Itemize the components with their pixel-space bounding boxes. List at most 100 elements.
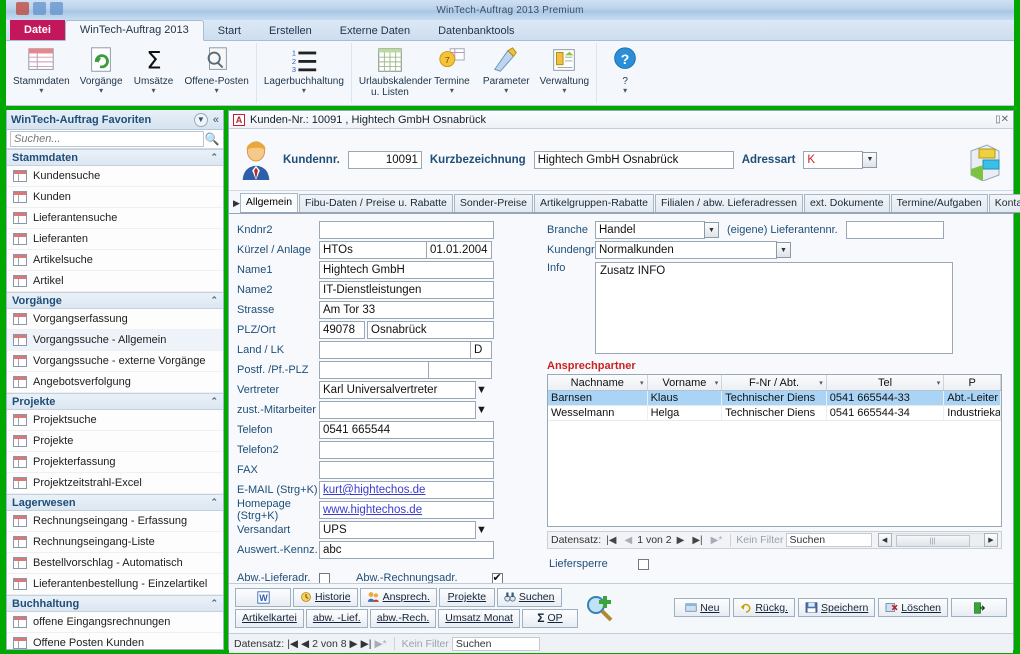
button-projekte[interactable]: Projekte xyxy=(438,587,495,607)
status-new-record-icon[interactable]: ▶* xyxy=(374,638,386,650)
form-tab-kontakte[interactable]: Kontakte xyxy=(988,194,1020,212)
chevron-down-icon[interactable]: ▼ xyxy=(704,222,719,238)
scroll-thumb[interactable]: ||| xyxy=(895,535,970,547)
quick-access-toolbar[interactable] xyxy=(16,2,63,15)
form-tab-artikelgruppen-rabatte[interactable]: Artikelgruppen-Rabatte xyxy=(533,194,654,212)
table-cell[interactable]: Barnsen xyxy=(548,391,648,405)
sidebar-item-rechnungseingang-liste[interactable]: Rechnungseingang-Liste xyxy=(7,532,223,553)
status-search-box[interactable]: Suchen xyxy=(451,636,540,651)
button-abw-rech[interactable]: abw.-Rech. xyxy=(369,608,437,628)
column-header-nachname[interactable]: Nachname ▾ xyxy=(548,375,648,390)
nav-group-header-vorgänge[interactable]: Vorgänge ⌃ xyxy=(7,292,223,309)
first-record-icon[interactable]: |◀ xyxy=(603,535,619,546)
nav-group-header-projekte[interactable]: Projekte ⌃ xyxy=(7,393,223,410)
button-artikelkartei[interactable]: Artikelkartei xyxy=(235,608,304,628)
table-cell[interactable]: 0541 665544-33 xyxy=(827,391,945,405)
ribbon-button-stammdaten[interactable]: Stammdaten ▾ xyxy=(8,43,75,95)
chevron-down-icon[interactable]: ▾ xyxy=(562,87,566,95)
pf-plz-input[interactable] xyxy=(428,361,492,379)
strasse-input[interactable] xyxy=(319,301,494,319)
table-cell[interactable]: Technischer Diens xyxy=(722,391,827,405)
close-icon[interactable]: ▯✕ xyxy=(995,114,1009,125)
undo-qat-icon[interactable] xyxy=(50,2,63,15)
button-op[interactable]: Σ OP xyxy=(521,608,578,628)
grid-empty-row[interactable] xyxy=(548,511,1001,526)
chevron-down-icon[interactable]: ▾ xyxy=(99,87,103,95)
status-next-record-icon[interactable]: ▶ xyxy=(350,638,358,650)
kurzbezeichnung-input[interactable] xyxy=(533,150,734,169)
status-first-record-icon[interactable]: |◀ xyxy=(287,638,298,650)
ribbon-tab-wintech[interactable]: WinTech-Auftrag 2013 xyxy=(64,20,204,41)
button-row-1[interactable]: W Historie Ansprech. Projekte Suchen xyxy=(235,587,578,607)
table-row[interactable]: Wesselmann Helga Technischer Diens 0541 665… xyxy=(548,406,1001,421)
right-button-group[interactable]: Neu Rückg. Speichern Löschen xyxy=(674,598,1007,617)
button-speichern[interactable]: Speichern xyxy=(798,598,876,617)
vertreter-input[interactable] xyxy=(319,381,476,399)
sidebar-item-kundensuche[interactable]: Kundensuche xyxy=(7,166,223,187)
chevron-down-icon[interactable]: ▾ xyxy=(39,87,43,95)
adressart-input[interactable] xyxy=(803,150,864,169)
scroll-track[interactable]: ||| xyxy=(891,533,984,547)
lk-input[interactable] xyxy=(470,341,492,359)
sidebar-item-rechnungseingang-erfassung[interactable]: Rechnungseingang - Erfassung xyxy=(7,511,223,532)
scroll-right-icon[interactable]: ▶ xyxy=(984,533,998,547)
form-tab-strip[interactable]: Allgemein Fibu-Daten / Preise u. Rabatte S… xyxy=(239,193,1020,213)
ribbon-button-umsaetze[interactable]: Σ Umsätze ▾ xyxy=(128,43,180,94)
sidebar-item-offene-posten-kunden[interactable]: Offene Posten Kunden xyxy=(7,633,223,649)
scroll-left-icon[interactable]: ◀ xyxy=(877,533,892,547)
nav-pane-collapse-icon[interactable]: « xyxy=(213,114,219,126)
land-input[interactable] xyxy=(319,341,471,359)
table-cell[interactable]: Wesselmann xyxy=(548,406,648,420)
ribbon-tab-start[interactable]: Start xyxy=(204,22,255,41)
form-tab-sonder-preise[interactable]: Sonder-Preise xyxy=(453,194,533,212)
last-record-icon[interactable]: ▶| xyxy=(689,535,705,546)
ansprechpartner-record-nav[interactable]: Datensatz: |◀ ◀ 1 von 2 ▶ ▶| ▶* Kein Fil… xyxy=(547,531,1002,549)
column-header-p[interactable]: P xyxy=(944,375,1001,390)
ribbon-button-urlaubskalender[interactable]: Urlaubskalender u. Listen xyxy=(354,43,432,98)
column-header-tel[interactable]: Tel ▾ xyxy=(827,375,945,390)
save-qat-icon[interactable] xyxy=(33,2,46,15)
k-rzel-anlage-date-input[interactable] xyxy=(426,241,492,259)
ribbon-button-offene-posten[interactable]: Offene-Posten ▾ xyxy=(180,43,254,95)
sidebar-item-bestellvorschlag-automatisch[interactable]: Bestellvorschlag - Automatisch xyxy=(7,553,223,574)
ribbon-tab-erstellen[interactable]: Erstellen xyxy=(255,22,326,41)
kundengr-combo[interactable]: ▼ xyxy=(595,241,791,259)
homepage-strg-k-link-input[interactable] xyxy=(319,501,494,519)
button-exit-icon[interactable] xyxy=(951,598,1007,617)
zoom-search-icon[interactable] xyxy=(584,593,614,623)
sidebar-item-lieferantenbestellung-einzelartikel[interactable]: Lieferantenbestellung - Einzelartikel xyxy=(7,574,223,595)
telefon2-input[interactable] xyxy=(319,441,494,459)
fax-input[interactable] xyxy=(319,461,494,479)
form-tab-filialen-abw-lieferadressen[interactable]: Filialen / abw. Lieferadressen xyxy=(654,194,803,212)
chevron-down-icon[interactable]: ▼ xyxy=(476,404,487,416)
chevron-down-icon[interactable]: ▼ xyxy=(862,151,878,168)
table-cell[interactable]: Abt.-Leiter xyxy=(944,391,1001,405)
status-filter[interactable]: Kein Filter xyxy=(402,638,449,650)
auswert-kennz-input[interactable] xyxy=(319,541,494,559)
sidebar-item-artikelsuche[interactable]: Artikelsuche xyxy=(7,250,223,271)
form-tab-termine-aufgaben[interactable]: Termine/Aufgaben xyxy=(890,194,988,212)
sidebar-item-projekte[interactable]: Projekte xyxy=(7,431,223,452)
ribbon-tab-datenbanktools[interactable]: Datenbanktools xyxy=(424,22,528,41)
archive-icon[interactable] xyxy=(965,139,1005,181)
sidebar-item-vorgangssuche-externe-vorg-nge[interactable]: Vorgangssuche - externe Vorgänge xyxy=(7,351,223,372)
nav-pane-menu-icon[interactable]: ▼ xyxy=(193,112,208,127)
grid-empty-row[interactable] xyxy=(548,466,1001,481)
search-icon[interactable]: 🔍 xyxy=(204,132,220,146)
chevron-up-icon[interactable]: ⌃ xyxy=(210,396,218,407)
nav-search-input[interactable] xyxy=(10,131,204,147)
button-r-ckg[interactable]: Rückg. xyxy=(733,598,796,617)
sidebar-item-lieferanten[interactable]: Lieferanten xyxy=(7,229,223,250)
ribbon-tab-datei[interactable]: Datei xyxy=(10,20,65,40)
grid-empty-row[interactable] xyxy=(548,496,1001,511)
chevron-up-icon[interactable]: ⌃ xyxy=(210,598,218,609)
versandart-input[interactable] xyxy=(319,521,476,539)
sidebar-item-kunden[interactable]: Kunden xyxy=(7,187,223,208)
sidebar-item-projekterfassung[interactable]: Projekterfassung xyxy=(7,452,223,473)
filter-status[interactable]: Kein Filter xyxy=(736,534,783,546)
table-cell[interactable]: 0541 665544-34 xyxy=(827,406,945,420)
button-historie[interactable]: Historie xyxy=(293,587,358,607)
ort-input[interactable] xyxy=(367,321,494,339)
sidebar-item-projektsuche[interactable]: Projektsuche xyxy=(7,410,223,431)
lieferantennr-input[interactable] xyxy=(845,221,944,239)
